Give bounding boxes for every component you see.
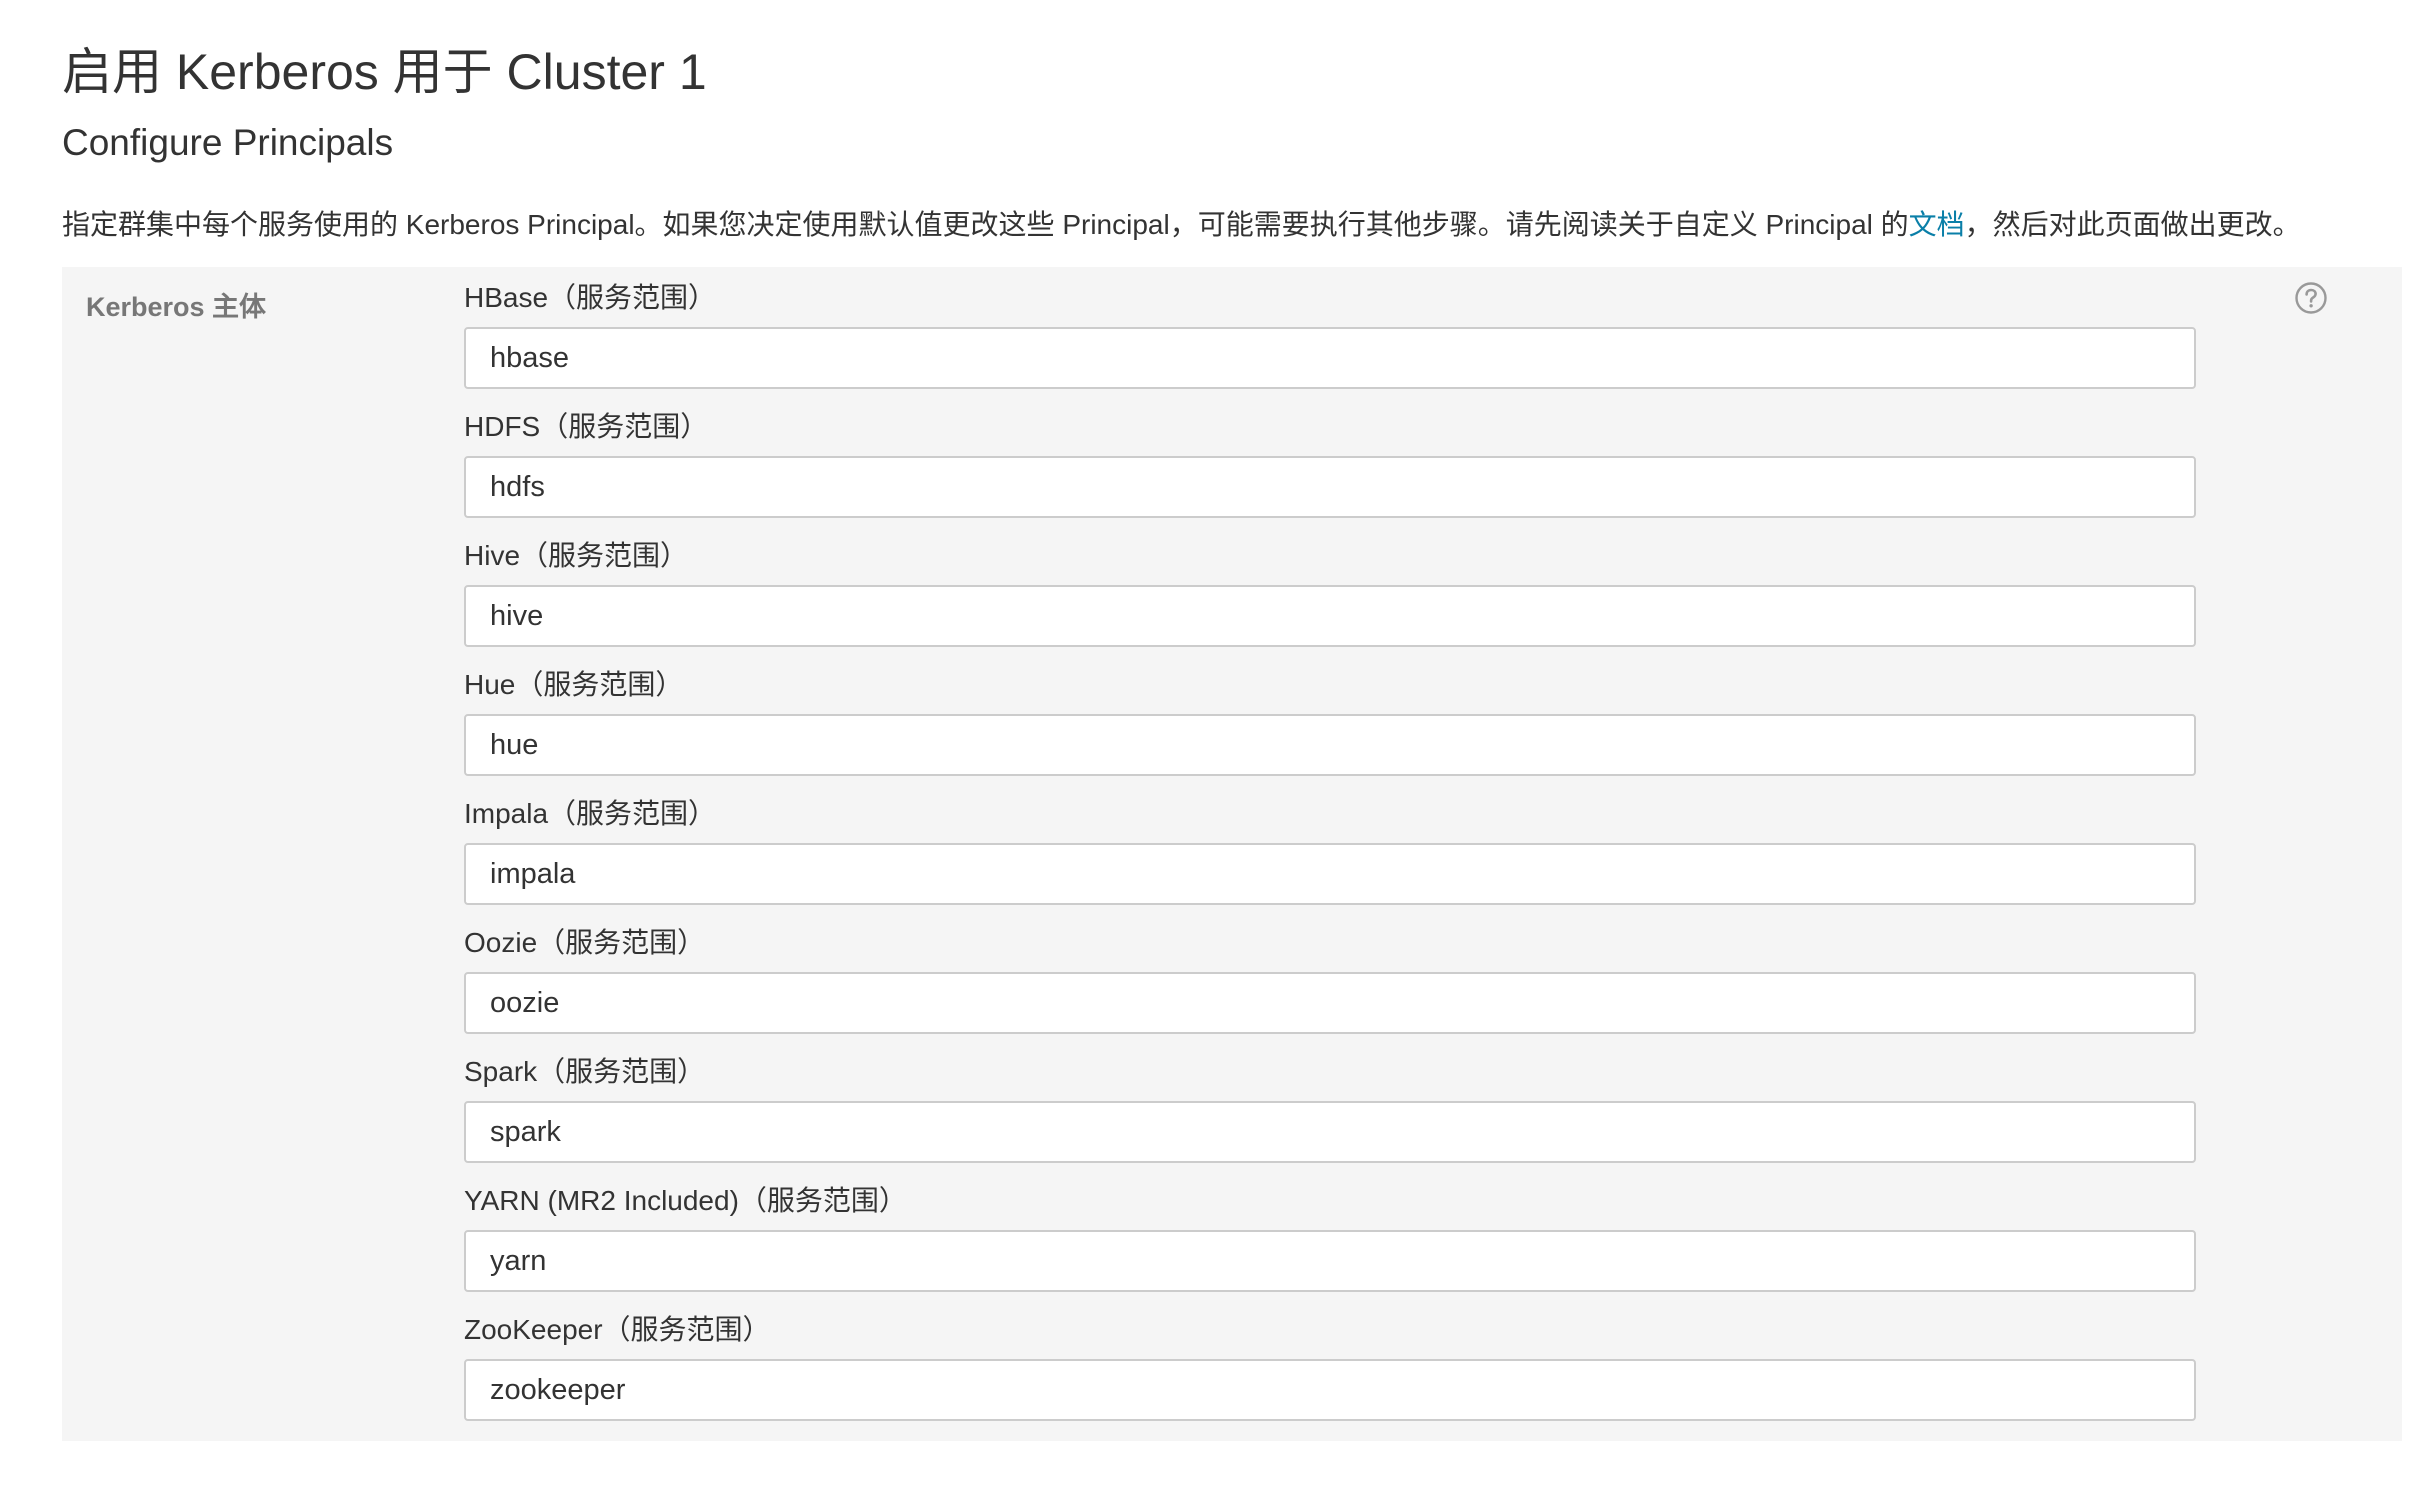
field-oozie: Oozie（服务范围）: [464, 926, 2196, 1055]
impala-principal-input[interactable]: [464, 843, 2196, 905]
hue-principal-input[interactable]: [464, 714, 2196, 776]
field-hbase: HBase（服务范围）: [464, 281, 2196, 410]
spark-principal-input[interactable]: [464, 1101, 2196, 1163]
section-title: Configure Principals: [62, 122, 394, 163]
field-yarn: YARN (MR2 Included)（服务范围）: [464, 1184, 2196, 1313]
field-label-hue: Hue（服务范围）: [464, 669, 684, 700]
field-label-hbase: HBase（服务范围）: [464, 282, 717, 313]
yarn-principal-input[interactable]: [464, 1230, 2196, 1292]
field-label-hive: Hive（服务范围）: [464, 540, 689, 571]
zookeeper-principal-input[interactable]: [464, 1359, 2196, 1421]
description-text: 指定群集中每个服务使用的 Kerberos Principal。如果您决定使用默…: [62, 203, 2301, 243]
field-label-hdfs: HDFS（服务范围）: [464, 411, 709, 442]
oozie-principal-input[interactable]: [464, 972, 2196, 1034]
panel-label: Kerberos 主体: [86, 292, 267, 322]
field-label-spark: Spark（服务范围）: [464, 1056, 706, 1087]
field-impala: Impala（服务范围）: [464, 797, 2196, 926]
description-after: ，然后对此页面做出更改。: [1964, 209, 2301, 240]
field-hdfs: HDFS（服务范围）: [464, 410, 2196, 539]
description-before: 指定群集中每个服务使用的 Kerberos Principal。如果您决定使用默…: [62, 209, 1909, 240]
field-label-oozie: Oozie（服务范围）: [464, 927, 706, 958]
kerberos-principals-panel: Kerberos 主体 HBase（服务范围） HDFS（服务范围） Hive（…: [62, 267, 2402, 1441]
field-zookeeper: ZooKeeper（服务范围）: [464, 1313, 2196, 1442]
field-spark: Spark（服务范围）: [464, 1055, 2196, 1184]
hbase-principal-input[interactable]: [464, 327, 2196, 389]
question-circle-icon[interactable]: [2294, 281, 2328, 315]
field-label-impala: Impala（服务范围）: [464, 798, 717, 829]
documentation-link[interactable]: 文档: [1909, 209, 1965, 240]
hdfs-principal-input[interactable]: [464, 456, 2196, 518]
field-label-yarn: YARN (MR2 Included)（服务范围）: [464, 1185, 907, 1216]
field-label-zookeeper: ZooKeeper（服务范围）: [464, 1314, 771, 1345]
field-hive: Hive（服务范围）: [464, 539, 2196, 668]
hive-principal-input[interactable]: [464, 585, 2196, 647]
field-hue: Hue（服务范围）: [464, 668, 2196, 797]
principal-fields: HBase（服务范围） HDFS（服务范围） Hive（服务范围） Hue（服务…: [464, 281, 2196, 1442]
page-title: 启用 Kerberos 用于 Cluster 1: [62, 44, 707, 100]
